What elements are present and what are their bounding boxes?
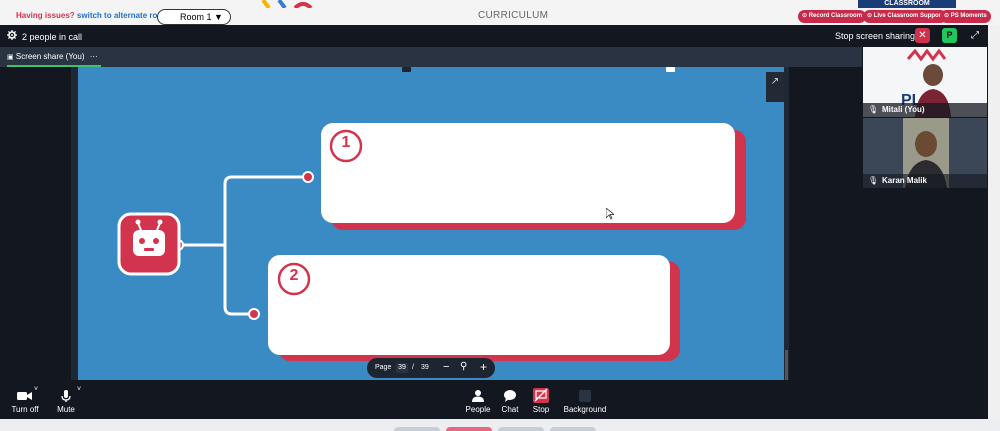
record-classroom-label: Record Classroom: [808, 13, 863, 19]
record-classroom-button[interactable]: ⊙ Record Classroom: [798, 10, 867, 23]
people-button[interactable]: [471, 389, 485, 403]
camera-label: Turn off: [11, 405, 39, 414]
slide-graphic: [117, 67, 746, 361]
share-tab-bar: [0, 47, 862, 67]
camera-icon: [17, 392, 32, 400]
live-support-label: Live Classroom Support: [873, 13, 944, 19]
ps-moments-button[interactable]: ⊙ PS Moments: [940, 10, 991, 23]
screen-icon: ▣: [7, 54, 14, 61]
page-total: 39: [421, 364, 429, 371]
record-icon: ⊙: [802, 13, 808, 19]
video-tile-self[interactable]: PL 🎙 Mitali (You): [863, 47, 987, 117]
slide-scrollbar[interactable]: [785, 350, 788, 380]
page-label: Page: [375, 364, 392, 371]
support-icon: ⊙: [867, 13, 873, 19]
camera-options-chevron-icon[interactable]: ˅: [34, 386, 38, 393]
bottom-tab[interactable]: [394, 427, 440, 431]
people-label: People: [465, 405, 491, 414]
participant-name-karan: Karan Malik: [882, 176, 927, 185]
page-scrollbar[interactable]: [988, 25, 1000, 419]
stop-sharing-close-button[interactable]: ✕: [915, 28, 930, 43]
people-count: 2 people in call: [22, 32, 83, 42]
shared-slide: 1 2: [78, 67, 784, 380]
issues-notice: Having issues? switch to alternate room: [16, 11, 169, 20]
page-navigator: Page 39 / 39 − ⚲ +: [367, 358, 495, 378]
camera-button[interactable]: [16, 389, 34, 401]
microphone-icon: 🎙: [868, 176, 879, 185]
background-icon: [579, 390, 591, 402]
page-input[interactable]: 39: [396, 363, 408, 373]
item-number-1: 1: [341, 134, 351, 151]
mute-label: Mute: [57, 405, 75, 414]
live-support-button[interactable]: ⊙ Live Classroom Support: [863, 10, 948, 23]
expand-icon[interactable]: ⤢: [968, 29, 982, 43]
stop-share-button[interactable]: [533, 388, 549, 403]
classroom-banner: CLASSROOM: [858, 0, 956, 8]
stop-share-icon: [533, 388, 549, 403]
microphone-icon: 🎙: [868, 105, 879, 114]
open-external-icon[interactable]: ↗: [766, 72, 784, 102]
participant-badge[interactable]: P: [942, 28, 957, 43]
mouse-cursor-icon: [606, 208, 614, 220]
chat-button[interactable]: [503, 389, 517, 403]
zoom-out-button[interactable]: −: [443, 361, 449, 373]
tab-screen-share[interactable]: ▣ Screen share (You) ···: [7, 52, 98, 61]
mic-options-chevron-icon[interactable]: ˅: [77, 386, 81, 393]
chevron-down-icon: ▼: [214, 12, 223, 22]
alternate-room-link[interactable]: switch to alternate room: [77, 11, 169, 20]
participant-name-self: Mitali (You): [882, 105, 925, 114]
gear-icon[interactable]: [7, 30, 17, 40]
issues-prefix: Having issues?: [16, 11, 75, 20]
bottom-tab[interactable]: [498, 427, 544, 431]
video-tile-karan[interactable]: 🎙 Karan Malik: [863, 118, 987, 188]
stop-screen-sharing-label[interactable]: Stop screen sharing: [835, 31, 915, 41]
moments-icon: ⊙: [944, 13, 950, 19]
microphone-icon: [61, 390, 71, 402]
search-icon[interactable]: ⚲: [460, 361, 467, 372]
mute-button[interactable]: [60, 389, 72, 403]
background-label: Background: [563, 405, 607, 414]
room-select[interactable]: Room 1 ▼: [157, 9, 231, 25]
bottom-tab[interactable]: [550, 427, 596, 431]
page-separator: /: [412, 364, 414, 371]
zoom-in-button[interactable]: +: [480, 360, 487, 374]
stop-label: Stop: [532, 405, 550, 414]
screen-share-tab-label: Screen share (You): [15, 52, 85, 61]
page-title: CURRICULUM: [478, 10, 549, 21]
background-button[interactable]: [578, 389, 592, 403]
more-options-icon[interactable]: ···: [90, 52, 98, 61]
ps-moments-label: PS Moments: [950, 13, 987, 19]
people-icon: [472, 390, 484, 402]
chat-icon: [504, 390, 516, 402]
chat-label: Chat: [501, 405, 519, 414]
bottom-tab-active[interactable]: [446, 427, 492, 431]
room-select-value: Room 1: [180, 12, 212, 22]
item-number-2: 2: [289, 267, 299, 284]
decorative-strokes: [261, 0, 313, 8]
